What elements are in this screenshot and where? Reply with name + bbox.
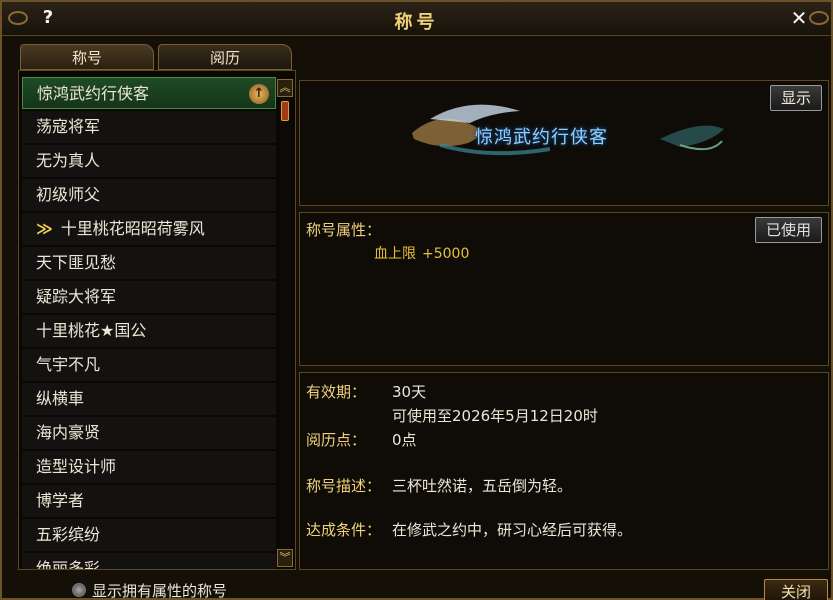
title-bar: ? 称号 ✕ [2, 2, 831, 36]
attribute-value: 血上限 +5000 [374, 243, 469, 263]
points-value: 0点 [392, 431, 417, 449]
title-list-item-label: 无为真人 [36, 151, 101, 170]
title-list-item-label: 绝丽多彩 [36, 559, 101, 570]
banner-title-text: 惊鸿武约行侠客 [475, 127, 608, 148]
validity-value: 30天 [392, 383, 427, 401]
tab-bar: 称号 阅历 [20, 44, 292, 70]
title-list-item[interactable]: 绝丽多彩 [22, 553, 276, 570]
title-list-item[interactable]: 惊鸿武约行侠客 ↑ [22, 77, 276, 109]
used-button[interactable]: 已使用 [754, 217, 822, 243]
title-list-item[interactable]: 天下匪见愁 [22, 247, 276, 279]
description-value: 三杯吐然诺，五岳倒为轻。 [392, 477, 573, 495]
stat-value: +5000 [422, 246, 470, 262]
description-label: 称号描述： [306, 477, 382, 495]
title-list-item[interactable]: 博学者 [22, 485, 276, 517]
title-list-item-label: 疑踪大将军 [36, 287, 117, 306]
validity-label: 有效期： [306, 383, 367, 401]
scroll-down-icon[interactable]: ︾ [277, 549, 293, 567]
title-list-item-label: 海内豪贤 [36, 423, 101, 442]
title-list-item[interactable]: 十里桃花★国公 [22, 315, 276, 347]
title-banner: 惊鸿武约行侠客 [410, 99, 730, 163]
title-list-item[interactable]: 荡寇将军 [22, 111, 276, 143]
title-list-panel: 惊鸿武约行侠客 ↑ 荡寇将军无为真人初级师父 ≫ 十里桃花昭昭荷雾风天下匪见愁疑踪大将军… [18, 70, 296, 570]
scroll-thumb[interactable] [281, 101, 289, 121]
title-list-item[interactable]: 五彩缤纷 [22, 519, 276, 551]
tab-titles[interactable]: 称号 [20, 44, 154, 70]
title-list-item-label: 十里桃花昭昭荷雾风 [60, 219, 205, 238]
points-label: 阅历点： [306, 431, 367, 449]
title-list-item[interactable]: 海内豪贤 [22, 417, 276, 449]
tab-experience[interactable]: 阅历 [158, 44, 292, 70]
attribute-panel: 称号属性： 已使用 血上限 +5000 [299, 212, 829, 366]
title-list-item[interactable]: 无为真人 [22, 145, 276, 177]
title-list-item-label: 十里桃花★国公 [36, 321, 147, 340]
condition-value: 在修武之约中，研习心经后可获得。 [392, 521, 633, 539]
title-list: 惊鸿武约行侠客 ↑ 荡寇将军无为真人初级师父 ≫ 十里桃花昭昭荷雾风天下匪见愁疑踪大将军… [22, 77, 276, 570]
stat-name: 血上限 [374, 246, 416, 262]
show-attribute-titles-label[interactable]: 显示拥有属性的称号 [92, 580, 227, 600]
title-preview-panel: 显示 惊鸿武约行侠客 [299, 80, 829, 206]
close-button[interactable]: 关闭 [764, 579, 828, 600]
list-scrollbar[interactable]: ︽ ︾ [277, 79, 293, 567]
title-list-item-label: 五彩缤纷 [36, 525, 101, 544]
title-list-item-label: 纵横車 [36, 389, 85, 408]
scroll-track[interactable] [280, 97, 290, 549]
title-list-item-label: 惊鸿武约行侠客 [37, 84, 150, 103]
title-list-item[interactable]: 初级师父 [22, 179, 276, 211]
condition-label: 达成条件： [306, 521, 382, 539]
title-list-item[interactable]: 气宇不凡 [22, 349, 276, 381]
title-list-item[interactable]: ≫ 十里桃花昭昭荷雾风 [22, 213, 276, 245]
title-list-item-label: 造型设计师 [36, 457, 117, 476]
title-list-item[interactable]: 疑踪大将军 [22, 281, 276, 313]
attribute-label: 称号属性： [306, 221, 382, 239]
detail-panel: 有效期： 30天 可使用至2026年5月12日20时 阅历点： 0点 称号描述：… [299, 372, 829, 570]
show-button[interactable]: 显示 [769, 85, 822, 111]
title-list-item[interactable]: 纵横車 [22, 383, 276, 415]
title-window: ? 称号 ✕ 称号 阅历 惊鸿武约行侠客 ↑ 荡寇将军无为真人初级师父 ≫ 十里桃花昭昭… [0, 0, 833, 600]
title-list-item-label: 博学者 [36, 491, 85, 510]
double-arrow-icon: ≫ [36, 219, 53, 238]
validity-until: 可使用至2026年5月12日20时 [392, 407, 598, 425]
title-list-item-label: 初级师父 [36, 185, 101, 204]
title-list-item-label: 气宇不凡 [36, 355, 101, 374]
title-list-item[interactable]: 造型设计师 [22, 451, 276, 483]
corner-ornament-icon [809, 11, 829, 25]
scroll-up-icon[interactable]: ︽ [277, 79, 293, 97]
title-list-item-label: 天下匪见愁 [36, 253, 117, 272]
window-title: 称号 [394, 12, 439, 33]
upgrade-arrow-icon[interactable]: ↑ [249, 84, 269, 104]
title-list-item-label: 荡寇将军 [36, 117, 101, 136]
show-attribute-titles-radio[interactable] [72, 583, 86, 597]
